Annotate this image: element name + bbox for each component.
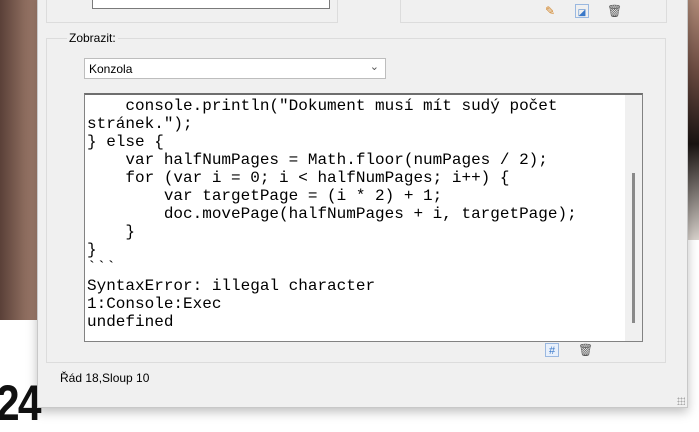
new-icon[interactable]: ◪ <box>575 4 589 18</box>
console-line: 1:Console:Exec <box>87 295 222 313</box>
top-left-panel <box>46 0 338 23</box>
hash-icon[interactable]: # <box>545 343 559 357</box>
scrollbar-thumb[interactable] <box>632 173 635 323</box>
console-line: SyntaxError: illegal character <box>87 277 376 295</box>
console-line: var targetPage = (i * 2) + 1; <box>87 187 443 205</box>
background-photo <box>0 0 40 320</box>
resize-grip[interactable] <box>677 397 685 405</box>
console-line: for (var i = 0; i < halfNumPages; i++) { <box>87 169 510 187</box>
pencil-icon[interactable]: ✎ <box>543 4 557 18</box>
group-label: Zobrazit: <box>67 31 118 45</box>
top-input[interactable] <box>92 0 330 9</box>
console-line: } <box>87 223 136 241</box>
view-select-value: Konzola <box>89 62 133 76</box>
console-line: doc.movePage(halfNumPages + i, targetPag… <box>87 205 577 223</box>
console-line: } else { <box>87 133 164 151</box>
console-line: } <box>87 241 97 259</box>
console-output[interactable]: console.println("Dokument musí mít sudý … <box>84 93 643 342</box>
status-bar: Řád 18,Sloup 10 <box>60 371 150 385</box>
background-number: 24 <box>0 375 42 431</box>
background-photo-right <box>688 0 699 240</box>
scrollbar[interactable] <box>625 95 642 341</box>
javascript-debugger-dialog: ✎ ◪ 🗑 Zobrazit: Konzola ⌄ console.printl… <box>37 0 688 408</box>
top-right-panel: ✎ ◪ 🗑 <box>400 0 667 23</box>
console-line: stránek."); <box>87 115 193 133</box>
console-line: ``` <box>87 259 116 277</box>
trash-icon[interactable]: 🗑 <box>607 4 622 18</box>
view-select[interactable]: Konzola ⌄ <box>84 58 386 79</box>
console-line: console.println("Dokument musí mít sudý … <box>87 97 558 115</box>
console-text[interactable]: console.println("Dokument musí mít sudý … <box>87 97 577 331</box>
console-line: undefined <box>87 313 174 331</box>
console-line: var halfNumPages = Math.floor(numPages /… <box>87 151 548 169</box>
trash-icon[interactable]: 🗑 <box>578 343 593 357</box>
chevron-down-icon: ⌄ <box>369 61 379 73</box>
